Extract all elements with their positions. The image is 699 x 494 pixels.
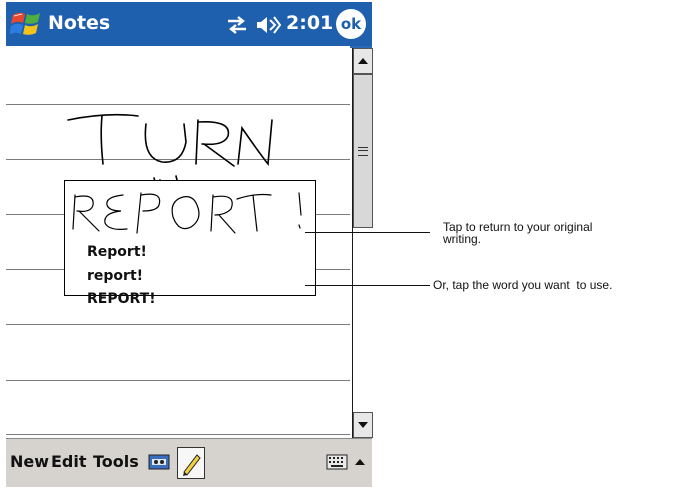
- scroll-down-button[interactable]: [353, 412, 373, 438]
- callout-line: [305, 285, 430, 286]
- suggestion-item[interactable]: REPORT!: [87, 291, 156, 307]
- menu-bar: New Edit Tools: [6, 438, 372, 487]
- callout-tap-word: Or, tap the word you want to use.: [433, 278, 613, 292]
- scroll-thumb[interactable]: [353, 74, 373, 228]
- start-menu-icon[interactable]: [10, 9, 44, 39]
- keyboard-icon[interactable]: [326, 453, 348, 471]
- original-writing-ink[interactable]: [65, 181, 317, 239]
- menu-new[interactable]: New: [10, 452, 49, 471]
- volume-icon[interactable]: [255, 14, 281, 36]
- callout-line: [305, 232, 430, 233]
- scroll-up-button[interactable]: [353, 48, 373, 74]
- ok-button[interactable]: ok: [336, 9, 366, 39]
- clock[interactable]: 2:01: [286, 12, 333, 34]
- callout-return-original: Tap to return to your original writing.: [443, 221, 592, 245]
- pen-icon: [183, 454, 201, 476]
- pocket-pc-screen: Notes 2:01 ok Report! report! REPORT! Ne…: [6, 2, 373, 487]
- suggestion-item[interactable]: report!: [87, 268, 143, 284]
- pen-button[interactable]: [177, 447, 205, 479]
- input-panel-arrow-icon[interactable]: [353, 453, 367, 471]
- suggestion-item[interactable]: Report!: [87, 244, 147, 260]
- grip-icon: [358, 147, 368, 156]
- callout-return-original-line2: writing.: [443, 232, 482, 246]
- app-title: Notes: [48, 12, 111, 34]
- connectivity-icon[interactable]: [224, 14, 250, 36]
- vertical-scrollbar[interactable]: [352, 48, 373, 438]
- menu-edit[interactable]: Edit: [51, 452, 87, 471]
- arrow-up-icon: [358, 58, 368, 64]
- arrow-down-icon: [358, 422, 368, 428]
- alternates-popup: Report! report! REPORT!: [64, 180, 317, 307]
- recorder-icon[interactable]: [148, 453, 170, 471]
- title-bar: Notes 2:01 ok: [6, 2, 372, 48]
- menu-tools[interactable]: Tools: [93, 452, 139, 471]
